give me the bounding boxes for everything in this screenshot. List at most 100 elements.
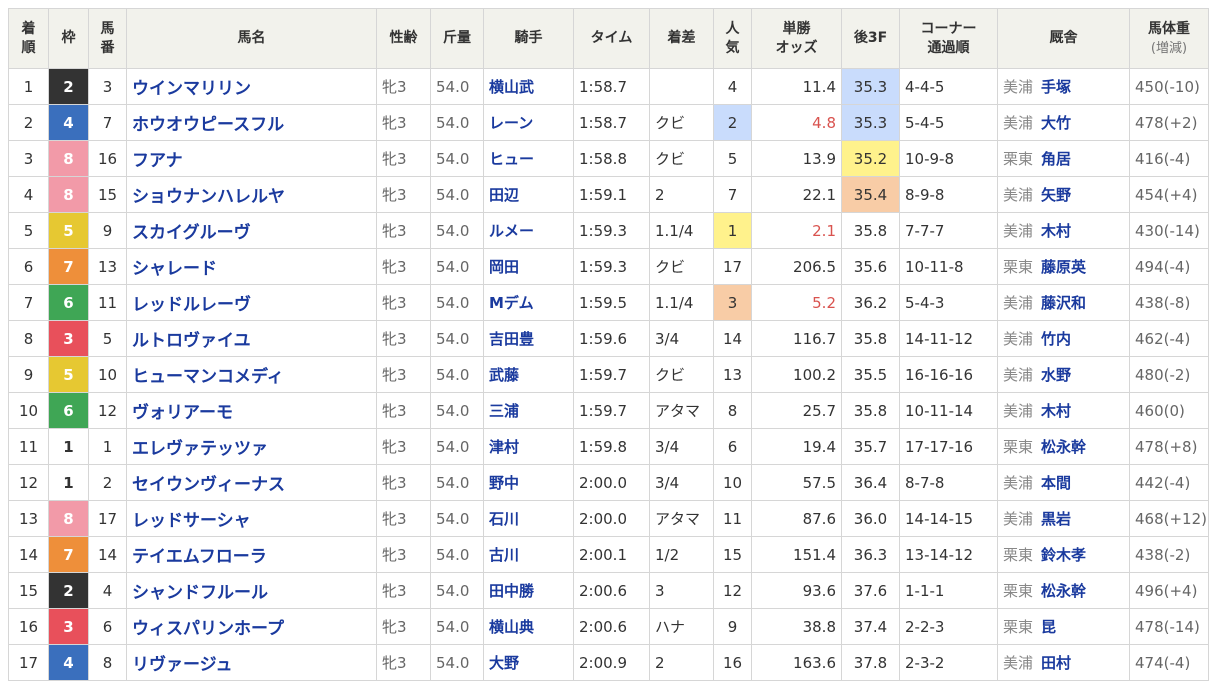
- header-corners[interactable]: コーナー 通過順: [899, 8, 998, 69]
- last-3f: 37.4: [841, 608, 900, 645]
- corner-positions: 10-9-8: [899, 140, 998, 177]
- table-row: 10 6 12 ヴォリアーモ 牝3 54.0 三浦 1:59.7 アタマ 8 25.7 35.8 10-…: [8, 392, 1209, 429]
- jockey-link[interactable]: 田中勝: [483, 572, 574, 609]
- header-jockey[interactable]: 騎手: [483, 8, 574, 69]
- trainer-link[interactable]: 角居: [1041, 150, 1071, 168]
- horse-name-link[interactable]: スカイグルーヴ: [126, 212, 377, 249]
- header-popularity[interactable]: 人気: [713, 8, 752, 69]
- header-horse-name[interactable]: 馬名: [126, 8, 377, 69]
- sex-age: 牝3: [376, 248, 431, 285]
- trainer-link[interactable]: 松永幹: [1041, 438, 1086, 456]
- header-stable[interactable]: 厩舎: [997, 8, 1130, 69]
- horse-name-link[interactable]: セイウンヴィーナス: [126, 464, 377, 501]
- training-center: 美浦: [1003, 186, 1034, 204]
- header-waku[interactable]: 枠: [48, 8, 89, 69]
- header-weight[interactable]: 斤量: [430, 8, 484, 69]
- header-umaban[interactable]: 馬番: [88, 8, 127, 69]
- trainer-link[interactable]: 藤沢和: [1041, 294, 1086, 312]
- finish-position: 16: [8, 608, 49, 645]
- horse-name-link[interactable]: ホウオウピースフル: [126, 104, 377, 141]
- jockey-link[interactable]: 岡田: [483, 248, 574, 285]
- win-odds: 13.9: [751, 140, 842, 177]
- training-center: 美浦: [1003, 510, 1034, 528]
- header-odds[interactable]: 単勝 オッズ: [751, 8, 842, 69]
- horse-name-link[interactable]: ヒューマンコメディ: [126, 356, 377, 393]
- training-center: 美浦: [1003, 366, 1034, 384]
- horse-name-link[interactable]: ルトロヴァイユ: [126, 320, 377, 357]
- jockey-link[interactable]: 大野: [483, 644, 574, 681]
- last-3f: 37.6: [841, 572, 900, 609]
- jockey-link[interactable]: Mデム: [483, 284, 574, 321]
- jockey-link[interactable]: レーン: [483, 104, 574, 141]
- trainer-link[interactable]: 木村: [1041, 402, 1071, 420]
- jockey-link[interactable]: 横山典: [483, 608, 574, 645]
- win-odds: 5.2: [751, 284, 842, 321]
- jockey-link[interactable]: 野中: [483, 464, 574, 501]
- table-row: 17 4 8 リヴァージュ 牝3 54.0 大野 2:00.9 2 16 163.6 37.8 2-3-…: [8, 644, 1209, 681]
- header-time[interactable]: タイム: [573, 8, 650, 69]
- race-time: 1:59.1: [573, 176, 650, 213]
- table-row: 5 5 9 スカイグルーヴ 牝3 54.0 ルメー 1:59.3 1.1/4 1 2.1 35.8 7-…: [8, 212, 1209, 249]
- margin: 2: [649, 644, 714, 681]
- trainer-link[interactable]: 本間: [1041, 474, 1071, 492]
- jockey-link[interactable]: 横山武: [483, 68, 574, 105]
- race-time: 2:00.9: [573, 644, 650, 681]
- header-rank[interactable]: 着順: [8, 8, 49, 69]
- trainer-link[interactable]: 竹内: [1041, 330, 1071, 348]
- corner-positions: 5-4-3: [899, 284, 998, 321]
- waku-badge: 8: [48, 176, 89, 213]
- horse-name-link[interactable]: シャンドフルール: [126, 572, 377, 609]
- horse-name-link[interactable]: フアナ: [126, 140, 377, 177]
- trainer-link[interactable]: 水野: [1041, 366, 1071, 384]
- horse-name-link[interactable]: ウインマリリン: [126, 68, 377, 105]
- horse-name-link[interactable]: リヴァージュ: [126, 644, 377, 681]
- horse-number: 5: [88, 320, 127, 357]
- header-margin[interactable]: 着差: [649, 8, 714, 69]
- win-odds: 87.6: [751, 500, 842, 537]
- trainer-link[interactable]: 鈴木孝: [1041, 546, 1086, 564]
- jockey-link[interactable]: ルメー: [483, 212, 574, 249]
- horse-name-link[interactable]: ヴォリアーモ: [126, 392, 377, 429]
- horse-name-link[interactable]: ウィスパリンホープ: [126, 608, 377, 645]
- jockey-link[interactable]: 石川: [483, 500, 574, 537]
- jockey-link[interactable]: 三浦: [483, 392, 574, 429]
- horse-name-link[interactable]: レッドサーシャ: [126, 500, 377, 537]
- trainer-link[interactable]: 昆: [1041, 618, 1056, 636]
- jockey-link[interactable]: ヒュー: [483, 140, 574, 177]
- jockey-link[interactable]: 吉田豊: [483, 320, 574, 357]
- sex-age: 牝3: [376, 464, 431, 501]
- trainer-link[interactable]: 藤原英: [1041, 258, 1086, 276]
- trainer-link[interactable]: 黒岩: [1041, 510, 1071, 528]
- horse-name-link[interactable]: ショウナンハレルヤ: [126, 176, 377, 213]
- training-center: 美浦: [1003, 78, 1034, 96]
- header-last3f[interactable]: 後3F: [841, 8, 900, 69]
- horse-name-link[interactable]: シャレード: [126, 248, 377, 285]
- corner-positions: 14-11-12: [899, 320, 998, 357]
- finish-position: 13: [8, 500, 49, 537]
- trainer-link[interactable]: 大竹: [1041, 114, 1071, 132]
- trainer-link[interactable]: 田村: [1041, 654, 1071, 672]
- trainer-link[interactable]: 手塚: [1041, 78, 1071, 96]
- win-odds: 57.5: [751, 464, 842, 501]
- trainer-link[interactable]: 松永幹: [1041, 582, 1086, 600]
- race-time: 2:00.6: [573, 608, 650, 645]
- trainer-link[interactable]: 矢野: [1041, 186, 1071, 204]
- popularity: 5: [713, 140, 752, 177]
- jockey-link[interactable]: 田辺: [483, 176, 574, 213]
- training-center: 栗東: [1003, 546, 1034, 564]
- trainer-link[interactable]: 木村: [1041, 222, 1071, 240]
- waku-badge: 4: [48, 644, 89, 681]
- jockey-link[interactable]: 津村: [483, 428, 574, 465]
- header-body-weight[interactable]: 馬体重 (増減): [1129, 8, 1209, 69]
- jockey-link[interactable]: 武藤: [483, 356, 574, 393]
- header-sex-age[interactable]: 性齢: [376, 8, 431, 69]
- horse-name-link[interactable]: エレヴァテッツァ: [126, 428, 377, 465]
- horse-name-link[interactable]: レッドルレーヴ: [126, 284, 377, 321]
- race-time: 1:59.7: [573, 392, 650, 429]
- race-time: 1:58.7: [573, 68, 650, 105]
- horse-name-link[interactable]: テイエムフローラ: [126, 536, 377, 573]
- waku-badge: 5: [48, 212, 89, 249]
- body-weight: 478(-14): [1129, 608, 1209, 645]
- jockey-link[interactable]: 古川: [483, 536, 574, 573]
- sex-age: 牝3: [376, 572, 431, 609]
